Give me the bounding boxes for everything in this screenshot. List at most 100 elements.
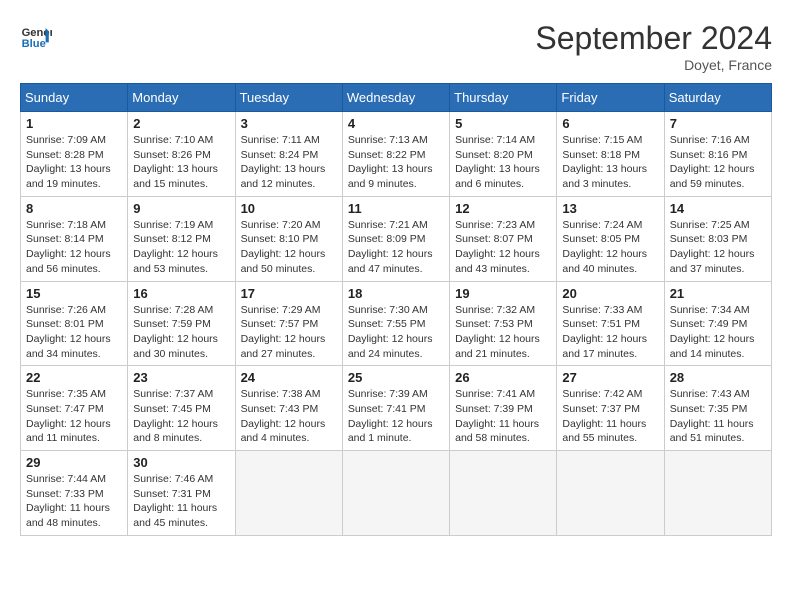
day-number: 25	[348, 370, 444, 385]
day-info: Sunrise: 7:41 AMSunset: 7:39 PMDaylight:…	[455, 387, 551, 446]
day-info: Sunrise: 7:32 AMSunset: 7:53 PMDaylight:…	[455, 303, 551, 362]
day-info: Sunrise: 7:37 AMSunset: 7:45 PMDaylight:…	[133, 387, 229, 446]
calendar-week-row: 29 Sunrise: 7:44 AMSunset: 7:33 PMDaylig…	[21, 451, 772, 536]
day-number: 8	[26, 201, 122, 216]
day-number: 2	[133, 116, 229, 131]
day-info: Sunrise: 7:23 AMSunset: 8:07 PMDaylight:…	[455, 218, 551, 277]
svg-text:Blue: Blue	[22, 38, 46, 50]
calendar-cell: 28 Sunrise: 7:43 AMSunset: 7:35 PMDaylig…	[664, 366, 771, 451]
calendar-header-row: Sunday Monday Tuesday Wednesday Thursday…	[21, 84, 772, 112]
day-info: Sunrise: 7:25 AMSunset: 8:03 PMDaylight:…	[670, 218, 766, 277]
calendar-cell: 19 Sunrise: 7:32 AMSunset: 7:53 PMDaylig…	[450, 281, 557, 366]
day-number: 23	[133, 370, 229, 385]
calendar-cell: 21 Sunrise: 7:34 AMSunset: 7:49 PMDaylig…	[664, 281, 771, 366]
col-sunday: Sunday	[21, 84, 128, 112]
calendar-cell: 17 Sunrise: 7:29 AMSunset: 7:57 PMDaylig…	[235, 281, 342, 366]
day-number: 21	[670, 286, 766, 301]
day-number: 3	[241, 116, 337, 131]
day-number: 1	[26, 116, 122, 131]
calendar-cell: 6 Sunrise: 7:15 AMSunset: 8:18 PMDayligh…	[557, 112, 664, 197]
month-title: September 2024	[535, 20, 772, 57]
day-number: 15	[26, 286, 122, 301]
calendar-week-row: 8 Sunrise: 7:18 AMSunset: 8:14 PMDayligh…	[21, 196, 772, 281]
day-info: Sunrise: 7:13 AMSunset: 8:22 PMDaylight:…	[348, 133, 444, 192]
day-info: Sunrise: 7:43 AMSunset: 7:35 PMDaylight:…	[670, 387, 766, 446]
day-number: 22	[26, 370, 122, 385]
day-info: Sunrise: 7:30 AMSunset: 7:55 PMDaylight:…	[348, 303, 444, 362]
col-friday: Friday	[557, 84, 664, 112]
calendar-week-row: 15 Sunrise: 7:26 AMSunset: 8:01 PMDaylig…	[21, 281, 772, 366]
day-number: 28	[670, 370, 766, 385]
day-info: Sunrise: 7:29 AMSunset: 7:57 PMDaylight:…	[241, 303, 337, 362]
day-number: 13	[562, 201, 658, 216]
col-thursday: Thursday	[450, 84, 557, 112]
day-info: Sunrise: 7:28 AMSunset: 7:59 PMDaylight:…	[133, 303, 229, 362]
calendar-cell: 23 Sunrise: 7:37 AMSunset: 7:45 PMDaylig…	[128, 366, 235, 451]
calendar-cell: 14 Sunrise: 7:25 AMSunset: 8:03 PMDaylig…	[664, 196, 771, 281]
calendar-cell: 24 Sunrise: 7:38 AMSunset: 7:43 PMDaylig…	[235, 366, 342, 451]
col-monday: Monday	[128, 84, 235, 112]
day-info: Sunrise: 7:24 AMSunset: 8:05 PMDaylight:…	[562, 218, 658, 277]
calendar-table: Sunday Monday Tuesday Wednesday Thursday…	[20, 83, 772, 536]
calendar-cell: 9 Sunrise: 7:19 AMSunset: 8:12 PMDayligh…	[128, 196, 235, 281]
day-number: 11	[348, 201, 444, 216]
calendar-cell: 8 Sunrise: 7:18 AMSunset: 8:14 PMDayligh…	[21, 196, 128, 281]
day-number: 4	[348, 116, 444, 131]
day-info: Sunrise: 7:33 AMSunset: 7:51 PMDaylight:…	[562, 303, 658, 362]
day-number: 14	[670, 201, 766, 216]
day-info: Sunrise: 7:34 AMSunset: 7:49 PMDaylight:…	[670, 303, 766, 362]
day-info: Sunrise: 7:11 AMSunset: 8:24 PMDaylight:…	[241, 133, 337, 192]
col-wednesday: Wednesday	[342, 84, 449, 112]
calendar-cell: 29 Sunrise: 7:44 AMSunset: 7:33 PMDaylig…	[21, 451, 128, 536]
calendar-cell: 2 Sunrise: 7:10 AMSunset: 8:26 PMDayligh…	[128, 112, 235, 197]
calendar-cell: 18 Sunrise: 7:30 AMSunset: 7:55 PMDaylig…	[342, 281, 449, 366]
day-number: 18	[348, 286, 444, 301]
col-tuesday: Tuesday	[235, 84, 342, 112]
day-number: 27	[562, 370, 658, 385]
day-info: Sunrise: 7:39 AMSunset: 7:41 PMDaylight:…	[348, 387, 444, 446]
day-info: Sunrise: 7:09 AMSunset: 8:28 PMDaylight:…	[26, 133, 122, 192]
calendar-cell: 16 Sunrise: 7:28 AMSunset: 7:59 PMDaylig…	[128, 281, 235, 366]
day-info: Sunrise: 7:16 AMSunset: 8:16 PMDaylight:…	[670, 133, 766, 192]
day-number: 10	[241, 201, 337, 216]
day-info: Sunrise: 7:44 AMSunset: 7:33 PMDaylight:…	[26, 472, 122, 531]
calendar-cell: 15 Sunrise: 7:26 AMSunset: 8:01 PMDaylig…	[21, 281, 128, 366]
calendar-week-row: 1 Sunrise: 7:09 AMSunset: 8:28 PMDayligh…	[21, 112, 772, 197]
calendar-cell: 12 Sunrise: 7:23 AMSunset: 8:07 PMDaylig…	[450, 196, 557, 281]
logo: General Blue	[20, 20, 52, 52]
calendar-cell: 5 Sunrise: 7:14 AMSunset: 8:20 PMDayligh…	[450, 112, 557, 197]
day-info: Sunrise: 7:46 AMSunset: 7:31 PMDaylight:…	[133, 472, 229, 531]
day-number: 17	[241, 286, 337, 301]
calendar-cell: 13 Sunrise: 7:24 AMSunset: 8:05 PMDaylig…	[557, 196, 664, 281]
day-number: 5	[455, 116, 551, 131]
title-block: September 2024 Doyet, France	[535, 20, 772, 73]
day-info: Sunrise: 7:21 AMSunset: 8:09 PMDaylight:…	[348, 218, 444, 277]
day-info: Sunrise: 7:38 AMSunset: 7:43 PMDaylight:…	[241, 387, 337, 446]
calendar-cell: 10 Sunrise: 7:20 AMSunset: 8:10 PMDaylig…	[235, 196, 342, 281]
calendar-cell: 1 Sunrise: 7:09 AMSunset: 8:28 PMDayligh…	[21, 112, 128, 197]
day-info: Sunrise: 7:10 AMSunset: 8:26 PMDaylight:…	[133, 133, 229, 192]
page-header: General Blue September 2024 Doyet, Franc…	[20, 20, 772, 73]
day-info: Sunrise: 7:20 AMSunset: 8:10 PMDaylight:…	[241, 218, 337, 277]
calendar-week-row: 22 Sunrise: 7:35 AMSunset: 7:47 PMDaylig…	[21, 366, 772, 451]
calendar-cell: 27 Sunrise: 7:42 AMSunset: 7:37 PMDaylig…	[557, 366, 664, 451]
calendar-cell	[450, 451, 557, 536]
calendar-cell: 30 Sunrise: 7:46 AMSunset: 7:31 PMDaylig…	[128, 451, 235, 536]
day-number: 16	[133, 286, 229, 301]
day-info: Sunrise: 7:42 AMSunset: 7:37 PMDaylight:…	[562, 387, 658, 446]
day-info: Sunrise: 7:14 AMSunset: 8:20 PMDaylight:…	[455, 133, 551, 192]
day-number: 26	[455, 370, 551, 385]
day-number: 6	[562, 116, 658, 131]
day-info: Sunrise: 7:26 AMSunset: 8:01 PMDaylight:…	[26, 303, 122, 362]
calendar-cell	[235, 451, 342, 536]
day-number: 20	[562, 286, 658, 301]
day-info: Sunrise: 7:35 AMSunset: 7:47 PMDaylight:…	[26, 387, 122, 446]
calendar-cell: 11 Sunrise: 7:21 AMSunset: 8:09 PMDaylig…	[342, 196, 449, 281]
day-number: 19	[455, 286, 551, 301]
day-number: 29	[26, 455, 122, 470]
day-number: 9	[133, 201, 229, 216]
day-number: 12	[455, 201, 551, 216]
calendar-cell	[664, 451, 771, 536]
location: Doyet, France	[535, 57, 772, 73]
calendar-cell: 22 Sunrise: 7:35 AMSunset: 7:47 PMDaylig…	[21, 366, 128, 451]
